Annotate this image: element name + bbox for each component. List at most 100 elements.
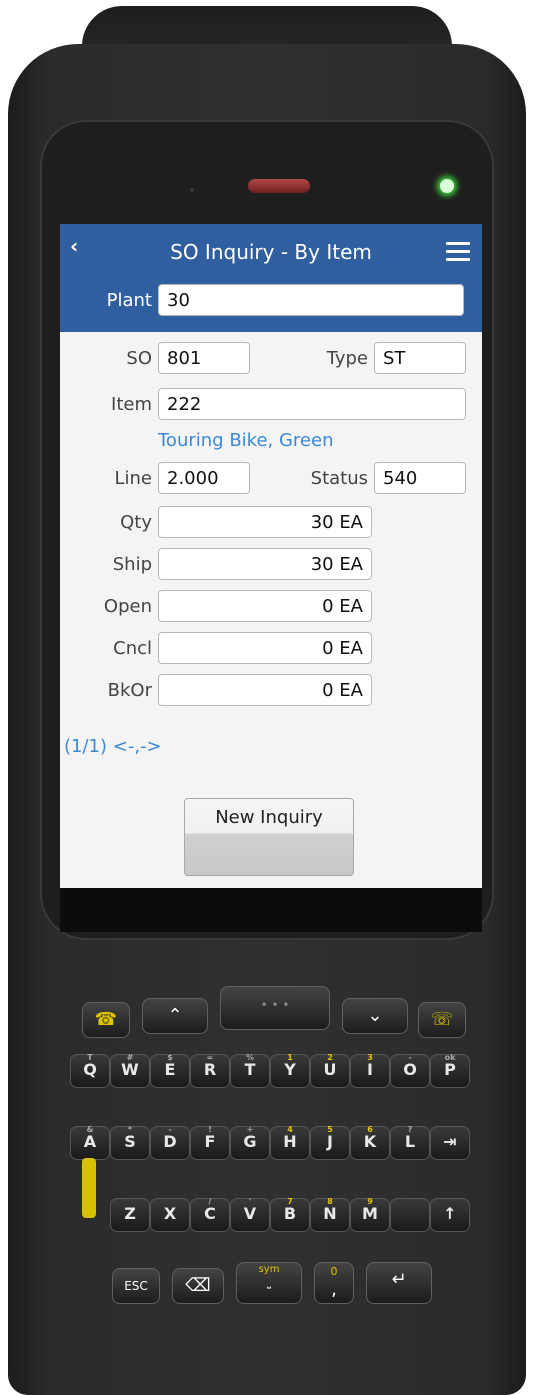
comma-key[interactable]: 0, xyxy=(314,1262,354,1304)
key-row1-8[interactable]: -O xyxy=(390,1053,430,1088)
key-alt-label: & xyxy=(86,1125,94,1134)
ship-field[interactable] xyxy=(158,548,372,580)
scan-key[interactable]: • • • xyxy=(220,986,330,1030)
so-label: SO xyxy=(126,348,152,369)
key-row2-5[interactable]: 4H xyxy=(270,1125,310,1160)
cncl-field[interactable] xyxy=(158,632,372,664)
key-alt-label: 2 xyxy=(327,1053,333,1062)
key-row1-9[interactable]: ok P xyxy=(430,1053,470,1088)
status-led xyxy=(440,179,454,193)
key-alt-label: - xyxy=(168,1125,172,1134)
esc-key[interactable]: ESC xyxy=(112,1268,160,1304)
qty-field[interactable] xyxy=(158,506,372,538)
key-row1-2[interactable]: $ E xyxy=(150,1053,190,1088)
key-alt-label: % xyxy=(245,1053,254,1062)
key-row1-0[interactable]: TQ xyxy=(70,1053,110,1088)
backspace-key[interactable]: ⌫ xyxy=(172,1268,224,1304)
call-key[interactable]: ☎ xyxy=(82,1002,130,1038)
key-row2-6[interactable]: 5J xyxy=(310,1125,350,1160)
key-row1-1[interactable]: # W xyxy=(110,1053,150,1088)
key-row2-2[interactable]: -D xyxy=(150,1125,190,1160)
end-call-icon: ☏ xyxy=(430,1009,454,1030)
open-label: Open xyxy=(103,596,152,617)
enter-key[interactable]: ↵ xyxy=(366,1262,432,1304)
cncl-label: Cncl xyxy=(113,638,152,659)
side-yellow-key[interactable] xyxy=(82,1158,96,1218)
key-row2-8[interactable]: ? L xyxy=(390,1125,430,1160)
end-call-key[interactable]: ☏ xyxy=(418,1002,466,1038)
key-row3-3[interactable]: / C xyxy=(190,1197,230,1232)
key-label: Z xyxy=(124,1204,136,1223)
key-row1-3[interactable]: = R xyxy=(190,1053,230,1088)
call-icon: ☎ xyxy=(94,1009,118,1030)
key-row1-5[interactable]: 1Y xyxy=(270,1053,310,1088)
plant-field[interactable] xyxy=(158,284,464,316)
status-field[interactable] xyxy=(374,462,466,494)
space-key[interactable]: sym ⎵ xyxy=(236,1262,302,1304)
key-alt-label: 3 xyxy=(367,1053,373,1062)
plant-label: Plant xyxy=(106,290,152,311)
app-screen: ‹ SO Inquiry - By Item Plant SO Type Ite… xyxy=(60,224,482,888)
key-row2-0[interactable]: & A xyxy=(70,1125,110,1160)
space-icon: ⎵ xyxy=(267,1278,271,1289)
key-row3-9[interactable]: ↑ xyxy=(430,1198,470,1232)
key-alt-label: ? xyxy=(407,1125,413,1134)
so-field[interactable] xyxy=(158,342,250,374)
key-alt-label: # xyxy=(126,1053,134,1062)
key-row3-8[interactable] xyxy=(390,1198,430,1232)
key-alt-label: 1 xyxy=(287,1053,293,1062)
page-title: SO Inquiry - By Item xyxy=(170,240,372,264)
hamburger-menu-icon[interactable] xyxy=(446,242,470,266)
key-row2-1[interactable]: * S xyxy=(110,1125,150,1160)
speaker-grille xyxy=(248,179,310,193)
key-alt-label: * xyxy=(127,1125,133,1134)
key-row2-4[interactable]: + G xyxy=(230,1125,270,1160)
line-label: Line xyxy=(114,468,152,489)
key-row3-4[interactable]: ' V xyxy=(230,1197,270,1232)
scan-dots-icon: • • • xyxy=(260,998,290,1012)
key-label: ↑ xyxy=(443,1204,457,1223)
key-alt-label: 9 xyxy=(367,1197,373,1206)
key-alt-label: 5 xyxy=(327,1125,333,1134)
nav-up-key[interactable]: ⌃ xyxy=(142,998,208,1034)
key-row2-3[interactable]: ! F xyxy=(190,1125,230,1160)
key-row1-4[interactable]: % T xyxy=(230,1053,270,1088)
open-field[interactable] xyxy=(158,590,372,622)
line-field[interactable] xyxy=(158,462,250,494)
nav-down-key[interactable]: ⌄ xyxy=(342,998,408,1034)
key-row2-7[interactable]: 6K xyxy=(350,1125,390,1160)
chevron-up-icon: ⌃ xyxy=(167,1005,183,1026)
key-row3-6[interactable]: 8N xyxy=(310,1197,350,1232)
new-inquiry-button[interactable]: New Inquiry xyxy=(184,798,354,876)
chevron-down-icon: ⌄ xyxy=(367,1005,383,1026)
sensor-dot xyxy=(190,188,194,192)
item-description: Touring Bike, Green xyxy=(158,430,334,451)
bkor-field[interactable] xyxy=(158,674,372,706)
key-alt-label: ! xyxy=(208,1125,212,1134)
key-alt-label: = xyxy=(206,1053,214,1062)
type-label: Type xyxy=(326,348,368,369)
screen-bezel-bottom xyxy=(60,888,482,932)
key-alt-label: 6 xyxy=(367,1125,373,1134)
key-row3-5[interactable]: 7B xyxy=(270,1197,310,1232)
key-alt-label: / xyxy=(208,1197,212,1206)
backspace-icon: ⌫ xyxy=(185,1275,211,1296)
key-alt-label: ok xyxy=(444,1053,456,1062)
key-row3-7[interactable]: 9M xyxy=(350,1197,390,1232)
key-row2-9[interactable]: ⇥ xyxy=(430,1126,470,1160)
sym-label: sym xyxy=(258,1264,280,1275)
key-alt-label: 4 xyxy=(287,1125,293,1134)
key-row1-7[interactable]: 3I xyxy=(350,1053,390,1088)
bkor-label: BkOr xyxy=(107,680,152,701)
key-row3-2[interactable]: X xyxy=(150,1198,190,1232)
handheld-device: ‹ SO Inquiry - By Item Plant SO Type Ite… xyxy=(0,0,534,1395)
pager-link[interactable]: (1/1) <-,-> xyxy=(64,736,162,757)
item-label: Item xyxy=(111,394,152,415)
key-row3-1[interactable]: Z xyxy=(110,1198,150,1232)
key-alt-label: $ xyxy=(167,1053,173,1062)
item-field[interactable] xyxy=(158,388,466,420)
qty-label: Qty xyxy=(120,512,152,533)
app-header: ‹ SO Inquiry - By Item Plant xyxy=(60,224,482,332)
key-row1-6[interactable]: 2U xyxy=(310,1053,350,1088)
type-field[interactable] xyxy=(374,342,466,374)
